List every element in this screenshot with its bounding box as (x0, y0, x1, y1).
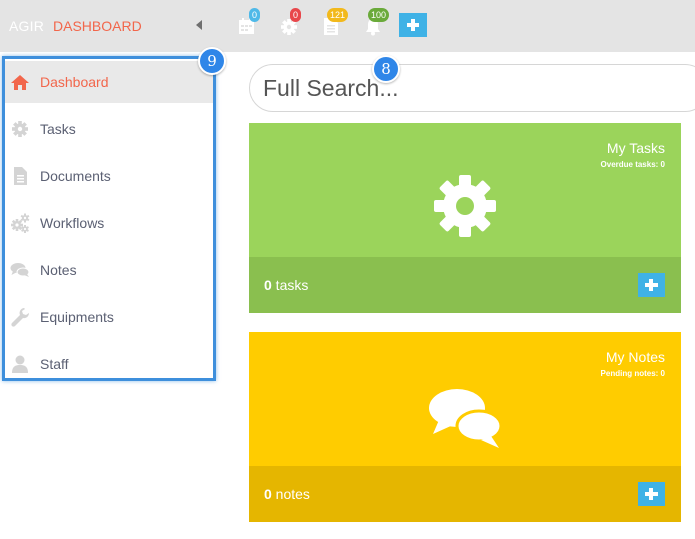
sidebar-item-workflows[interactable]: Workflows (5, 202, 213, 244)
gear-badge: 0 (290, 8, 302, 22)
sidebar-item-staff[interactable]: Staff (5, 343, 213, 385)
card-subtitle: Overdue tasks: 0 (600, 160, 665, 169)
sidebar-item-documents[interactable]: Documents (5, 155, 213, 197)
top-bar: AGIR DASHBOARD 0 0 121 100 (0, 0, 695, 52)
add-button[interactable] (399, 13, 427, 37)
calendar-badge: 0 (249, 8, 261, 22)
wrench-icon (10, 307, 30, 327)
my-notes-card-header[interactable]: My Notes Pending notes: 0 (249, 332, 681, 466)
my-notes-card-footer: 0 notes (249, 466, 681, 522)
breadcrumb[interactable]: DASHBOARD (53, 18, 142, 34)
sidebar-item-label: Workflows (40, 215, 105, 231)
add-note-button[interactable] (638, 482, 665, 506)
app-brand[interactable]: AGIR (9, 18, 44, 34)
full-search-input[interactable] (249, 64, 695, 112)
sidebar-callout-badge: 9 (198, 47, 226, 75)
add-task-button[interactable] (638, 273, 665, 297)
sidebar-item-label: Notes (40, 262, 77, 278)
sidebar-item-label: Staff (40, 356, 69, 372)
card-title: My Tasks (606, 140, 665, 156)
gear-icon (432, 173, 498, 244)
sidebar-item-notes[interactable]: Notes (5, 249, 213, 291)
card-title: My Notes (605, 349, 665, 365)
sidebar-item-label: Dashboard (40, 74, 109, 90)
note-count: 0 notes (264, 486, 310, 502)
sidebar-item-label: Tasks (40, 121, 76, 137)
sidebar-item-dashboard[interactable]: Dashboard (5, 61, 213, 103)
sidebar-item-label: Equipments (40, 309, 114, 325)
task-count: 0 tasks (264, 277, 309, 293)
sidebar-item-equipments[interactable]: Equipments (5, 296, 213, 338)
home-icon (10, 72, 30, 92)
gear-icon (10, 119, 30, 139)
sidebar-item-label: Documents (40, 168, 111, 184)
my-tasks-card-footer: 0 tasks (249, 257, 681, 313)
sidebar: Dashboard Tasks Documents Workflows Note… (2, 56, 216, 381)
document-badge: 121 (327, 8, 349, 22)
search-callout-badge: 8 (372, 55, 400, 83)
my-notes-card: My Notes Pending notes: 0 0 notes (249, 332, 681, 522)
gears-icon (10, 213, 30, 233)
bell-badge: 100 (368, 8, 390, 22)
my-tasks-card-header[interactable]: My Tasks Overdue tasks: 0 (249, 123, 681, 257)
my-tasks-card: My Tasks Overdue tasks: 0 0 tasks (249, 123, 681, 313)
collapse-sidebar-icon[interactable] (196, 20, 202, 30)
comments-icon (427, 386, 505, 455)
card-subtitle: Pending notes: 0 (600, 369, 665, 378)
document-icon (10, 166, 30, 186)
comments-icon (10, 260, 30, 280)
sidebar-item-tasks[interactable]: Tasks (5, 108, 213, 150)
user-icon (10, 354, 30, 374)
